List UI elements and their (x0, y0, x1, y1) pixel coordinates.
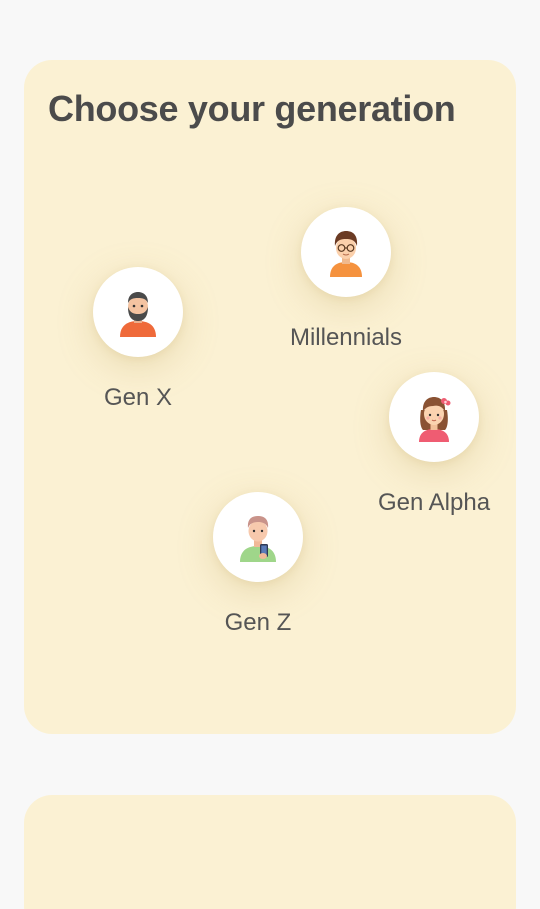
gen-option-label: Millennials (289, 324, 403, 351)
gen-option-gen-z[interactable]: Gen Z (178, 492, 338, 637)
boy-with-phone-icon (240, 516, 276, 562)
gen-option-millennials[interactable]: Millennials (266, 207, 426, 352)
man-with-glasses-icon (330, 231, 362, 277)
avatar[interactable] (389, 372, 479, 462)
generation-card: Choose your generation Gen X Millennials… (24, 60, 516, 734)
gen-option-label: Gen Alpha (377, 489, 491, 516)
screen: Choose your generation Gen X Millennials… (0, 0, 540, 909)
page-title: Choose your generation (48, 88, 456, 129)
gen-option-gen-x[interactable]: Gen X (58, 267, 218, 412)
avatar[interactable] (301, 207, 391, 297)
gen-option-gen-alpha[interactable]: Gen Alpha (354, 372, 514, 517)
gen-option-label: Gen X (103, 384, 173, 411)
avatar[interactable] (213, 492, 303, 582)
avatar[interactable] (93, 267, 183, 357)
bearded-man-icon (120, 292, 156, 337)
secondary-card (24, 795, 516, 909)
girl-with-bow-icon (419, 397, 451, 442)
gen-option-label: Gen Z (224, 609, 292, 636)
